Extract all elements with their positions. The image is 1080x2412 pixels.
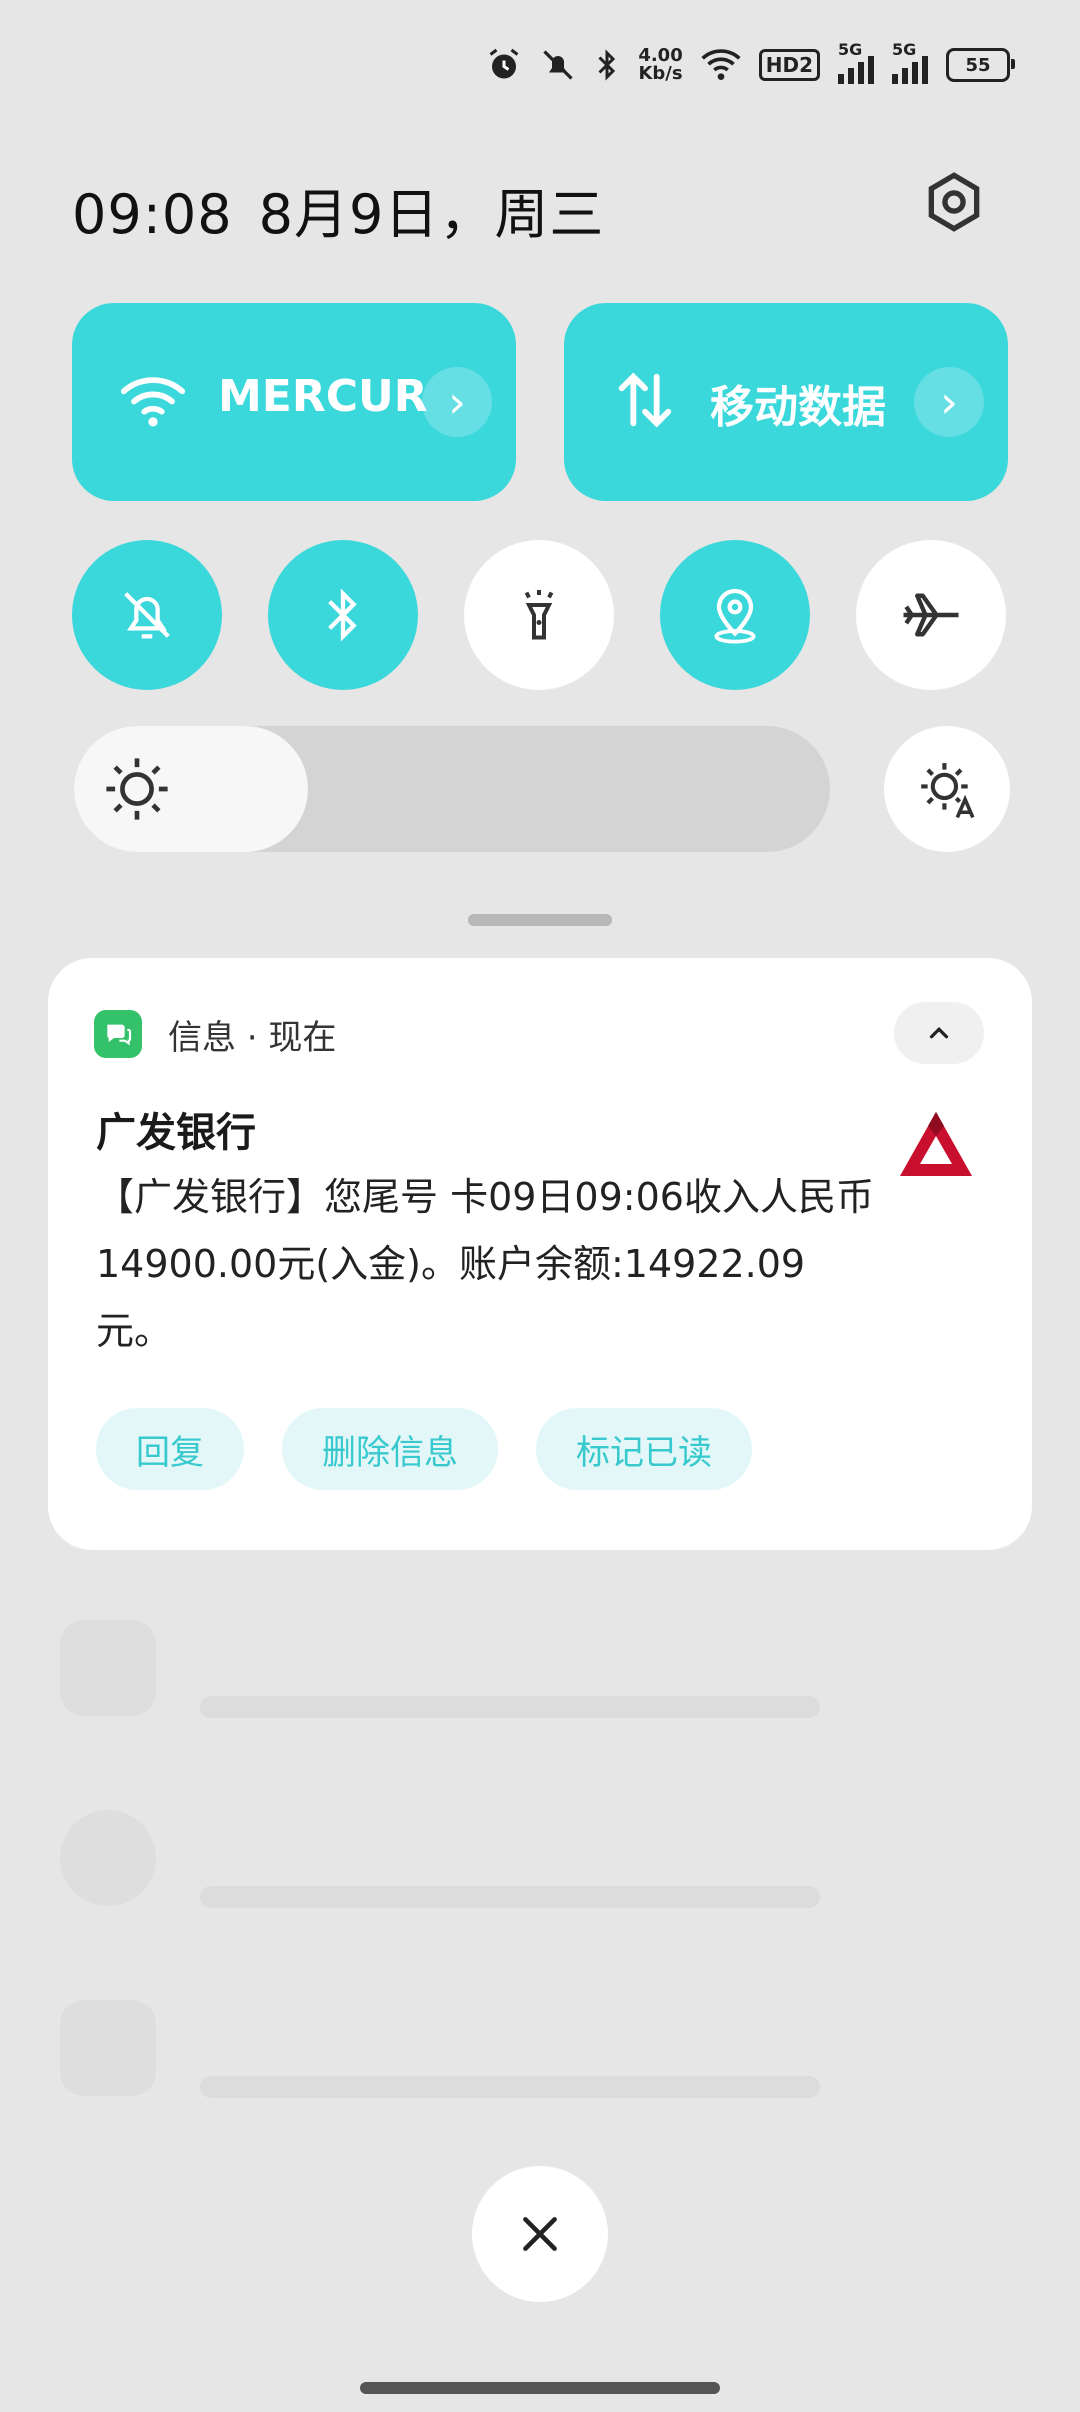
bg-list-item bbox=[0, 1790, 1080, 1940]
bluetooth-icon bbox=[328, 588, 357, 642]
collapse-button[interactable] bbox=[894, 1002, 984, 1064]
airplane-toggle[interactable] bbox=[856, 540, 1006, 690]
auto-brightness-button[interactable] bbox=[884, 726, 1010, 852]
wifi-tile-label: MERCUR bbox=[218, 371, 428, 422]
notification-actions: 回复 删除信息 标记已读 bbox=[96, 1408, 752, 1490]
cgb-bank-logo-icon bbox=[900, 1112, 972, 1176]
alarm-icon bbox=[489, 48, 519, 79]
mobile-data-icon bbox=[618, 372, 672, 428]
flashlight-toggle[interactable] bbox=[464, 540, 614, 690]
sun-icon bbox=[106, 758, 168, 820]
silent-toggle[interactable] bbox=[72, 540, 222, 690]
wifi-tile[interactable]: MERCUR › bbox=[72, 303, 516, 501]
flashlight-icon bbox=[524, 590, 554, 640]
wifi-status-icon bbox=[701, 49, 741, 80]
signal-label: 5G bbox=[892, 40, 917, 59]
header-datetime: 09:08 8月9日，周三 bbox=[72, 170, 604, 249]
sms-notification-card[interactable]: 信息 · 现在 广发银行 【广发银行】您尾号 卡09日09:06收入人民币149… bbox=[48, 958, 1032, 1550]
clear-notifications-button[interactable] bbox=[472, 2166, 608, 2302]
net-speed: 4.00 Kb/s bbox=[638, 47, 682, 83]
signal-icon: 5G bbox=[892, 40, 928, 84]
mark-read-button[interactable]: 标记已读 bbox=[536, 1408, 752, 1490]
bell-off-icon bbox=[124, 592, 170, 639]
delete-message-button[interactable]: 删除信息 bbox=[282, 1408, 498, 1490]
chevron-up-icon bbox=[929, 1026, 949, 1039]
auto-brightness-icon bbox=[921, 763, 975, 819]
bg-list-item bbox=[0, 1600, 1080, 1750]
wifi-icon bbox=[120, 377, 186, 427]
wifi-detail-chevron-icon[interactable]: › bbox=[422, 367, 492, 437]
signal-icon: 5G bbox=[838, 40, 874, 84]
brightness-slider[interactable] bbox=[74, 726, 830, 852]
location-pin-icon bbox=[714, 588, 756, 644]
notification-sender: 广发银行 bbox=[96, 1110, 256, 1156]
bg-list-item bbox=[0, 1980, 1080, 2130]
airplane-icon bbox=[903, 593, 959, 637]
location-toggle[interactable] bbox=[660, 540, 810, 690]
notification-app-line: 信息 · 现在 bbox=[168, 1018, 337, 1058]
status-bar: 4.00 Kb/s HD2 5G 5G 55 bbox=[486, 40, 1015, 90]
shade-drag-handle[interactable] bbox=[468, 914, 612, 926]
clock-time: 09:08 bbox=[72, 183, 233, 246]
mobile-data-chevron-icon[interactable]: › bbox=[914, 367, 984, 437]
hd-badge: HD2 bbox=[758, 49, 820, 81]
reply-button[interactable]: 回复 bbox=[96, 1408, 244, 1490]
bluetooth-toggle[interactable] bbox=[268, 540, 418, 690]
clock-date: 8月9日，周三 bbox=[258, 183, 605, 246]
messages-app-icon bbox=[94, 1010, 142, 1058]
battery-icon: 55 bbox=[946, 48, 1015, 82]
notification-message: 【广发银行】您尾号 卡09日09:06收入人民币14900.00元(入金)。账户… bbox=[96, 1175, 874, 1353]
close-icon bbox=[523, 2217, 557, 2251]
mobile-data-tile-label: 移动数据 bbox=[710, 382, 886, 433]
mute-bell-icon bbox=[543, 50, 573, 80]
battery-level: 55 bbox=[965, 54, 991, 76]
home-indicator[interactable] bbox=[360, 2382, 720, 2394]
mobile-data-tile[interactable]: 移动数据 › bbox=[564, 303, 1008, 501]
bluetooth-status-icon bbox=[598, 49, 616, 81]
settings-gear-icon[interactable] bbox=[922, 170, 986, 234]
signal-label: 5G bbox=[838, 40, 863, 59]
net-speed-unit: Kb/s bbox=[638, 63, 683, 84]
